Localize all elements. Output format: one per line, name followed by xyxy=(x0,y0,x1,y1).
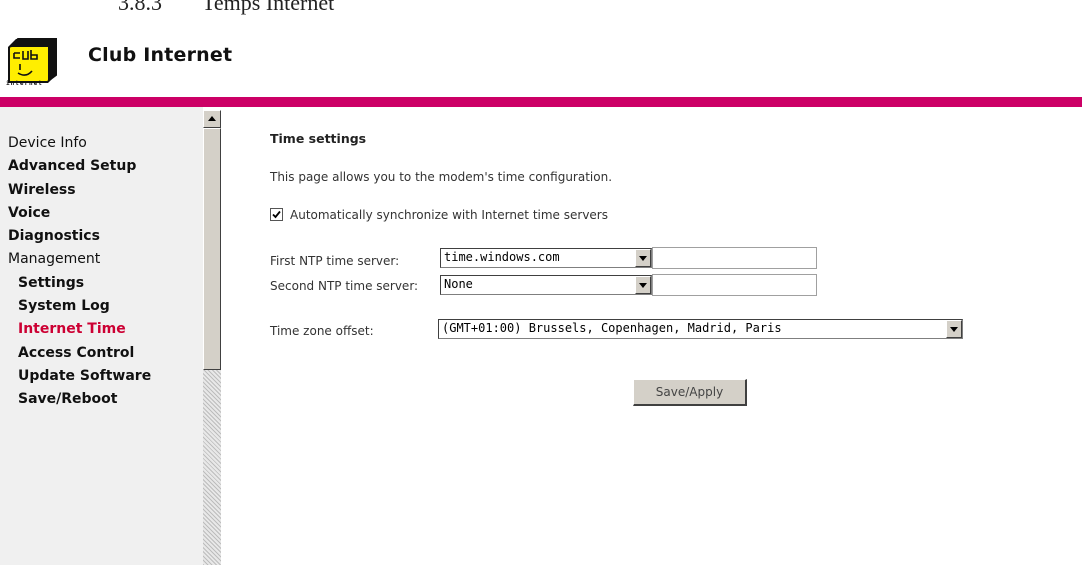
chevron-down-icon xyxy=(950,327,958,332)
sidebar-item-update-software[interactable]: Update Software xyxy=(8,365,151,388)
ntp1-label: First NTP time server: xyxy=(270,254,400,268)
timezone-dropdown-button[interactable] xyxy=(946,320,962,338)
club-internet-logo: internet xyxy=(6,37,58,87)
ntp1-other-input[interactable] xyxy=(652,247,817,269)
timezone-label: Time zone offset: xyxy=(270,324,374,338)
sidebar-nav: Device Info Advanced Setup Wireless Voic… xyxy=(8,132,151,412)
accent-bar xyxy=(0,97,1082,107)
sidebar-item-internet-time[interactable]: Internet Time xyxy=(8,318,151,341)
document-section-heading: 3.8.3 Temps Internet xyxy=(118,0,334,16)
ntp2-select[interactable]: None xyxy=(440,275,652,295)
chevron-down-icon xyxy=(639,283,647,288)
sidebar-item-access-control[interactable]: Access Control xyxy=(8,342,151,365)
section-number: 3.8.3 xyxy=(118,0,162,15)
sidebar-item-wireless[interactable]: Wireless xyxy=(8,179,151,202)
ntp2-select-value: None xyxy=(444,277,473,291)
logo-subtext: internet xyxy=(6,80,43,87)
sidebar: Device Info Advanced Setup Wireless Voic… xyxy=(0,107,203,565)
scrollbar-thumb[interactable] xyxy=(203,128,221,370)
ntp2-other-input[interactable] xyxy=(652,274,817,296)
ntp1-select[interactable]: time.windows.com xyxy=(440,248,652,268)
page-description: This page allows you to the modem's time… xyxy=(270,170,613,184)
page-title: Time settings xyxy=(270,131,367,146)
ntp2-label: Second NTP time server: xyxy=(270,279,419,293)
sidebar-item-settings[interactable]: Settings xyxy=(8,272,151,295)
brand-name: Club Internet xyxy=(88,44,233,66)
save-apply-button[interactable]: Save/Apply xyxy=(633,379,747,406)
ntp1-select-value: time.windows.com xyxy=(444,250,560,264)
sidebar-item-save-reboot[interactable]: Save/Reboot xyxy=(8,388,151,411)
sidebar-item-management[interactable]: Management xyxy=(8,248,151,271)
auto-sync-label: Automatically synchronize with Internet … xyxy=(290,208,608,222)
sidebar-scrollbar[interactable] xyxy=(203,110,221,565)
ntp2-dropdown-button[interactable] xyxy=(635,276,651,294)
ntp1-dropdown-button[interactable] xyxy=(635,249,651,267)
arrow-up-icon xyxy=(208,116,216,121)
sidebar-item-device-info[interactable]: Device Info xyxy=(8,132,151,155)
sidebar-item-advanced-setup[interactable]: Advanced Setup xyxy=(8,155,151,178)
scroll-up-button[interactable] xyxy=(203,110,221,128)
chevron-down-icon xyxy=(639,256,647,261)
timezone-select-value: (GMT+01:00) Brussels, Copenhagen, Madrid… xyxy=(442,321,782,335)
sidebar-item-voice[interactable]: Voice xyxy=(8,202,151,225)
sidebar-item-system-log[interactable]: System Log xyxy=(8,295,151,318)
section-title: Temps Internet xyxy=(202,0,335,15)
timezone-select[interactable]: (GMT+01:00) Brussels, Copenhagen, Madrid… xyxy=(438,319,963,339)
sidebar-item-diagnostics[interactable]: Diagnostics xyxy=(8,225,151,248)
auto-sync-checkbox[interactable] xyxy=(270,208,283,221)
